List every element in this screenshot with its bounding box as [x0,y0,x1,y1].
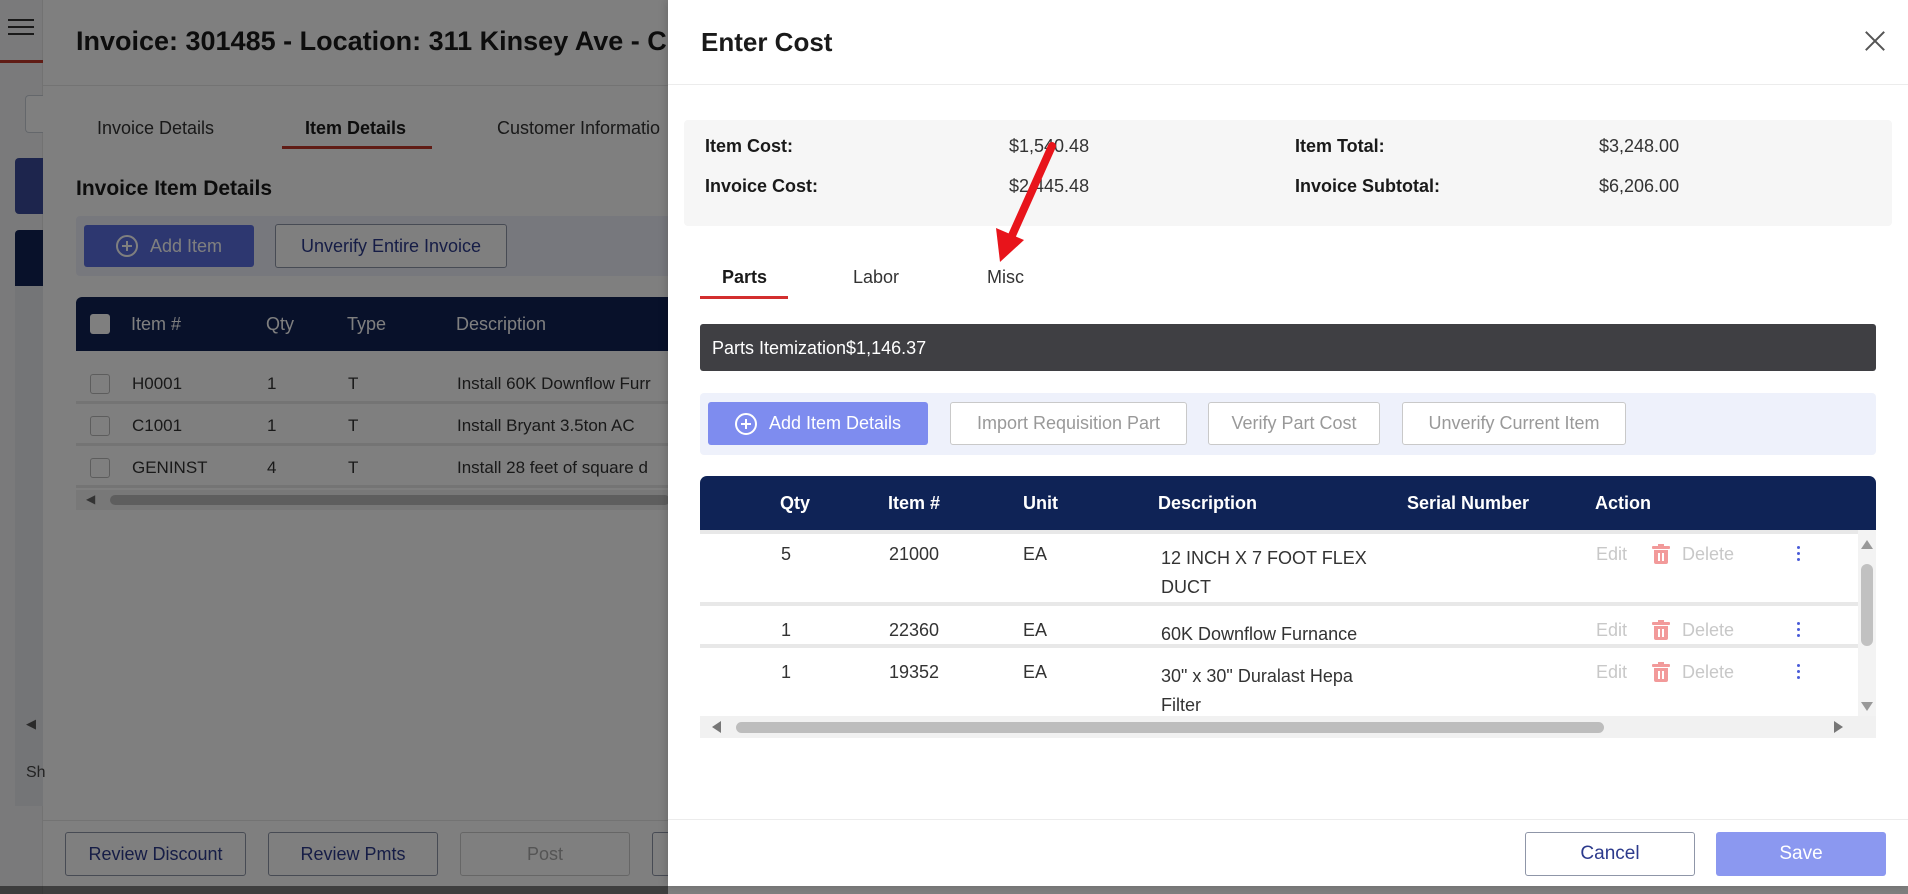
row-item: 19352 [889,662,940,682]
import-requisition-part-button[interactable]: Import Requisition Part [950,402,1187,445]
enter-cost-modal: Enter Cost Item Cost: $1,540.48 Invoice … [668,0,1908,886]
add-item-details-button[interactable]: Add Item Details [708,402,928,445]
row-description: 12 INCH X 7 FOOT FLEX DUCT [1161,548,1367,597]
item-cost-value: $1,540.48 [1009,136,1090,156]
row-qty: 1 [781,620,792,640]
table-row[interactable]: 5 21000 EA 12 INCH X 7 FOOT FLEX DUCT Ed… [700,534,1858,606]
invoice-cost-label: Invoice Cost: [705,176,819,196]
close-icon[interactable] [1860,26,1890,56]
row-unit: EA [1023,620,1048,640]
row-description: 60K Downflow Furnance [1161,624,1358,644]
modal-backdrop[interactable] [0,0,668,894]
unverify-current-item-button[interactable]: Unverify Current Item [1402,402,1626,445]
edit-link[interactable]: Edit [1596,544,1627,565]
item-total-value: $3,248.00 [1599,136,1680,156]
invoice-subtotal-label: Invoice Subtotal: [1295,176,1441,196]
tab-parts[interactable]: Parts [722,267,767,288]
item-total-label: Item Total: [1295,136,1385,156]
tab-labor[interactable]: Labor [853,267,899,288]
row-item: 22360 [889,620,940,640]
item-cost-label: Item Cost: [705,136,794,156]
scrollbar-thumb[interactable] [1861,564,1873,646]
parts-itemization-bar: Parts Itemization$1,146.37 [700,324,1876,371]
scroll-left-arrow-icon[interactable] [712,721,721,733]
delete-link[interactable]: Delete [1682,662,1734,683]
cost-summary: Item Cost: $1,540.48 Invoice Cost: $2,44… [684,120,1892,226]
row-unit: EA [1023,544,1048,564]
tab-misc[interactable]: Misc [987,267,1024,288]
table-row[interactable]: 1 22360 EA 60K Downflow Furnance Edit De… [700,610,1858,648]
row-unit: EA [1023,662,1048,682]
trash-icon[interactable] [1652,620,1670,640]
active-tab-underline [700,296,788,299]
scroll-up-arrow-icon[interactable] [1861,540,1873,549]
verify-part-cost-button[interactable]: Verify Part Cost [1208,402,1380,445]
row-description: 30" x 30" Duralast Hepa Filter [1161,666,1353,715]
more-options-icon[interactable] [1797,622,1801,640]
table-horizontal-scrollbar[interactable] [700,716,1876,738]
scroll-down-arrow-icon[interactable] [1861,702,1873,711]
col-unit: Unit [1023,493,1058,513]
plus-circle-icon [734,412,757,435]
row-qty: 5 [781,544,792,564]
invoice-subtotal-value: $6,206.00 [1599,176,1680,196]
col-item: Item # [888,493,941,513]
parts-toolbar: Add Item Details Import Requisition Part… [700,393,1876,455]
save-button[interactable]: Save [1716,832,1886,876]
modal-backdrop-strip [0,886,1908,894]
more-options-icon[interactable] [1797,546,1801,564]
modal-header: Enter Cost [668,0,1908,85]
modal-title: Enter Cost [701,27,833,57]
trash-icon[interactable] [1652,662,1670,682]
row-item: 21000 [889,544,940,564]
edit-link[interactable]: Edit [1596,662,1627,683]
scroll-right-arrow-icon[interactable] [1834,721,1843,733]
edit-link[interactable]: Edit [1596,620,1627,641]
table-vertical-scrollbar[interactable] [1858,530,1876,716]
trash-icon[interactable] [1652,544,1670,564]
invoice-cost-value: $2,445.48 [1009,176,1090,196]
parts-table-body: 5 21000 EA 12 INCH X 7 FOOT FLEX DUCT Ed… [700,530,1858,716]
col-serial-number: Serial Number [1407,493,1530,513]
scrollbar-thumb[interactable] [736,722,1604,733]
row-qty: 1 [781,662,792,682]
parts-table: Qty Item # Unit Description Serial Numbe… [700,476,1876,740]
table-row[interactable]: 1 19352 EA 30" x 30" Duralast Hepa Filte… [700,652,1858,716]
parts-table-header: Qty Item # Unit Description Serial Numbe… [700,476,1876,530]
col-description: Description [1158,493,1258,513]
delete-link[interactable]: Delete [1682,544,1734,565]
cancel-button[interactable]: Cancel [1525,832,1695,876]
add-item-details-label: Add Item Details [768,413,902,433]
more-options-icon[interactable] [1797,664,1801,682]
col-action: Action [1595,493,1651,513]
col-qty: Qty [780,493,811,513]
delete-link[interactable]: Delete [1682,620,1734,641]
